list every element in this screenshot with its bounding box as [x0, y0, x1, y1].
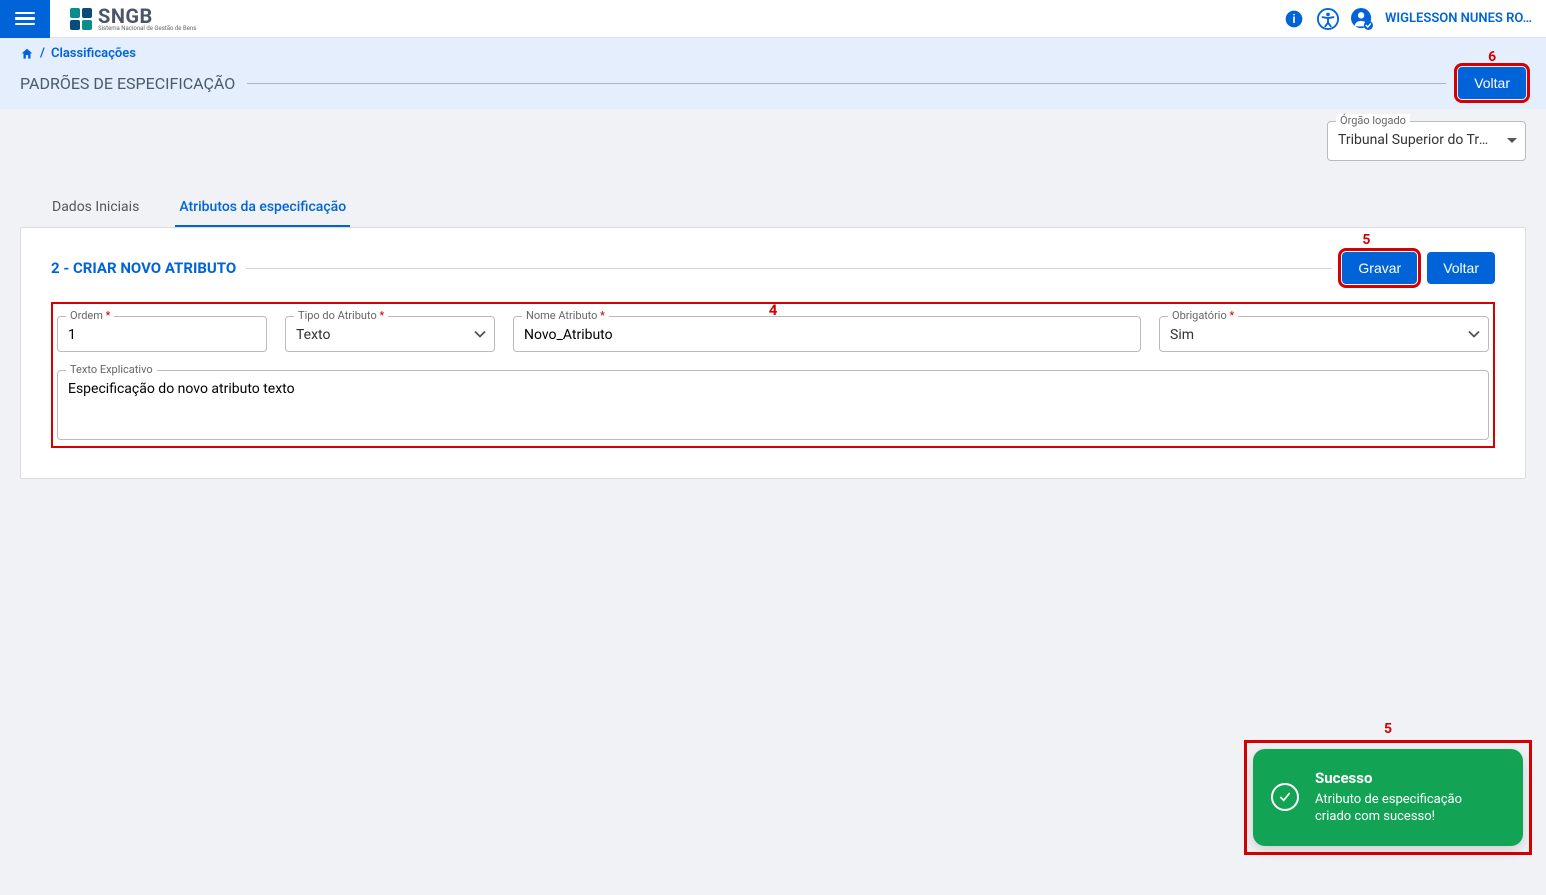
tabs: Dados Iniciais Atributos da especificaçã… [20, 189, 1526, 227]
obrig-label: Obrigatório * [1168, 309, 1238, 322]
toast-message: Atributo de especificação criado com suc… [1315, 791, 1489, 826]
info-icon[interactable]: i [1283, 8, 1305, 30]
gravar-button[interactable]: Gravar [1342, 252, 1417, 284]
card-main: 2 - CRIAR NOVO ATRIBUTO 5 Gravar Voltar … [20, 227, 1526, 479]
orgao-label: Órgão logado [1336, 114, 1410, 127]
hamburger-menu-button[interactable] [0, 0, 50, 38]
section-title: 2 - CRIAR NOVO ATRIBUTO [51, 259, 236, 277]
user-name-label[interactable]: WIGLESSON NUNES RO… [1385, 11, 1532, 26]
logo-text-main: SNGB [98, 6, 196, 26]
annotation-6: 6 [1488, 49, 1496, 65]
field-nome-atributo: Nome Atributo * [513, 316, 1141, 352]
tipo-label: Tipo do Atributo * [294, 309, 388, 322]
check-circle-icon [1271, 783, 1299, 811]
texto-label: Texto Explicativo [66, 363, 157, 376]
toast-title: Sucesso [1315, 769, 1489, 787]
field-ordem: Ordem * [57, 316, 267, 352]
annotation-5b: 5 [1384, 721, 1392, 737]
tipo-value: Texto [286, 317, 494, 351]
accessibility-icon[interactable] [1317, 8, 1339, 30]
field-texto-explicativo: Texto Explicativo [57, 370, 1489, 440]
page-title: PADRÕES DE ESPECIFICAÇÃO [20, 74, 235, 93]
nome-input[interactable] [514, 317, 1140, 351]
tab-atributos-especificacao[interactable]: Atributos da especificação [175, 189, 350, 227]
form-highlight-box: 4 Ordem * Tipo do Atributo * Texto Nome … [51, 302, 1495, 448]
hamburger-icon [15, 12, 35, 26]
toast-container: 5 Sucesso Atributo de especificação cria… [1244, 740, 1532, 855]
orgao-value: Tribunal Superior do Tra… [1338, 132, 1493, 148]
success-toast: Sucesso Atributo de especificação criado… [1253, 749, 1523, 846]
ordem-input[interactable] [58, 317, 266, 351]
logo-glyph-icon [70, 8, 92, 30]
annotation-5: 5 [1362, 232, 1370, 248]
tab-dados-iniciais[interactable]: Dados Iniciais [48, 189, 143, 227]
texto-textarea[interactable] [58, 371, 1488, 435]
user-avatar-icon[interactable] [1351, 8, 1373, 30]
nome-label: Nome Atributo * [522, 309, 609, 322]
breadcrumb: / Classificações [20, 46, 1526, 61]
field-tipo-atributo[interactable]: Tipo do Atributo * Texto [285, 316, 495, 352]
voltar-section-button[interactable]: Voltar [1427, 252, 1495, 284]
chevron-down-icon [1507, 138, 1517, 144]
ordem-label: Ordem * [66, 309, 114, 322]
voltar-top-button[interactable]: Voltar [1458, 67, 1526, 99]
svg-text:i: i [1292, 13, 1295, 26]
home-icon[interactable] [20, 47, 34, 61]
breadcrumb-bar: / Classificações PADRÕES DE ESPECIFICAÇÃ… [0, 38, 1546, 109]
app-header: SNGB Sistema Nacional de Gestão de Bens … [0, 0, 1546, 38]
logo-text-sub: Sistema Nacional de Gestão de Bens [98, 26, 196, 32]
obrig-value: Sim [1160, 317, 1488, 351]
section-divider [246, 268, 1332, 269]
orgao-logado-select[interactable]: Órgão logado Tribunal Superior do Tra… [1327, 121, 1526, 161]
breadcrumb-link-classificacoes[interactable]: Classificações [51, 46, 136, 61]
field-obrigatorio[interactable]: Obrigatório * Sim [1159, 316, 1489, 352]
title-divider [247, 83, 1446, 84]
breadcrumb-separator: / [40, 46, 45, 61]
app-logo: SNGB Sistema Nacional de Gestão de Bens [70, 6, 196, 32]
